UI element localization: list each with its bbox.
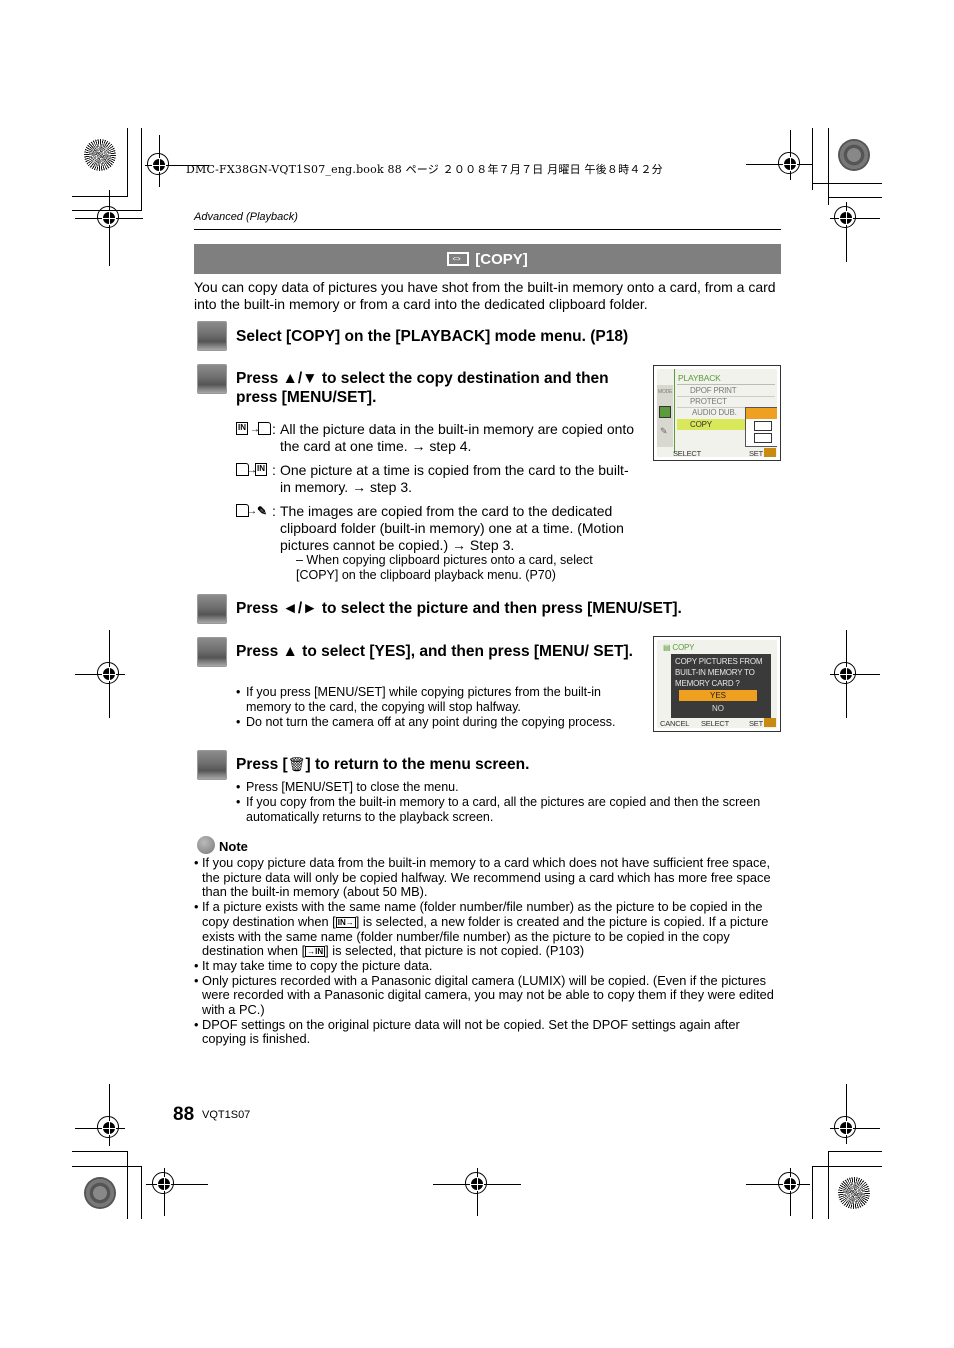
copy-confirm-screenshot: ▤ COPY COPY PICTURES FROM BUILT-IN MEMOR… bbox=[653, 636, 781, 732]
footer-set: SET bbox=[749, 719, 763, 728]
intro-paragraph: You can copy data of pictures you have s… bbox=[194, 279, 776, 312]
internal-to-card-icon: IN→ bbox=[335, 916, 356, 928]
step-1-text: Select [COPY] on the [PLAYBACK] mode men… bbox=[236, 328, 629, 345]
note-item: Only pictures recorded with a Panasonic … bbox=[194, 973, 784, 1018]
clipboard-sub-note: – When copying clipboard pictures onto a… bbox=[296, 553, 593, 582]
step-5-marker bbox=[197, 750, 227, 780]
option-card-to-clipboard: → ✎ : The images are copied from the card… bbox=[236, 503, 635, 554]
footer-select: SELECT bbox=[673, 449, 701, 457]
playback-tab-icon bbox=[659, 406, 671, 418]
mode-tab: MODE bbox=[658, 389, 673, 395]
note-item: DPOF settings on the original picture da… bbox=[194, 1017, 784, 1047]
internal-to-card-icon: IN→ bbox=[236, 421, 272, 437]
dialog-message-line: BUILT-IN MEMORY TO bbox=[675, 668, 755, 677]
step-5-bullets: Press [MENU/SET] to close the menu. If y… bbox=[236, 780, 781, 825]
step-4-text: Press ▲ to select [YES], and then press … bbox=[236, 643, 633, 660]
footer-cancel: CANCEL bbox=[660, 719, 690, 728]
menu-item-audio-dub: AUDIO DUB. bbox=[692, 408, 737, 417]
section-label: Advanced (Playback) bbox=[194, 211, 298, 223]
option-internal-to-card: IN → : All the picture data in the built-… bbox=[236, 421, 635, 454]
copy-icon bbox=[447, 250, 470, 266]
step-2-text: Press ▲/▼ to select the copy destination… bbox=[236, 370, 609, 406]
note-item: If you copy picture data from the built-… bbox=[194, 855, 784, 900]
step-4-marker bbox=[197, 637, 227, 667]
document-code: VQT1S07 bbox=[202, 1109, 251, 1121]
card-to-internal-icon: →IN bbox=[236, 462, 272, 478]
option-description: All the picture data in the built-in mem… bbox=[280, 421, 635, 454]
step-3-text: Press ◄/► to select the picture and then… bbox=[236, 600, 682, 617]
step-4-bullets: If you press [MENU/SET] while copying pi… bbox=[236, 685, 646, 730]
no-option: NO bbox=[712, 704, 724, 713]
wrench-tab-icon: ✎ bbox=[660, 426, 668, 436]
submenu-card-to-clipboard bbox=[754, 433, 772, 443]
menu-item-copy: COPY bbox=[690, 420, 712, 429]
card-to-clipboard-icon: → ✎ bbox=[236, 503, 272, 519]
submenu-internal-to-card bbox=[746, 408, 777, 419]
dialog-header: ▤ COPY bbox=[663, 643, 695, 652]
footer-select: SELECT bbox=[701, 719, 729, 728]
menu-header: PLAYBACK bbox=[678, 373, 721, 383]
card-to-internal-icon: →IN bbox=[305, 946, 326, 958]
section-title-bar: [COPY] bbox=[194, 244, 781, 274]
bullet-item: If you copy from the built-in memory to … bbox=[236, 795, 781, 825]
option-description: One picture at a time is copied from the… bbox=[280, 462, 629, 495]
section-title: [COPY] bbox=[475, 250, 528, 268]
section-divider bbox=[194, 229, 781, 230]
note-item: It may take time to copy the picture dat… bbox=[194, 958, 784, 974]
trash-icon: 🗑 bbox=[287, 756, 306, 772]
dialog-message-line: MEMORY CARD ? bbox=[675, 679, 740, 688]
footer-set: SET bbox=[749, 449, 763, 457]
pattern-mark bbox=[838, 139, 870, 171]
submenu-card-to-internal bbox=[754, 421, 772, 431]
page-number: 88 bbox=[173, 1104, 195, 1125]
yes-option: YES bbox=[679, 690, 757, 701]
menu-item-dpof-print: DPOF PRINT bbox=[690, 386, 737, 395]
pencil-note-icon bbox=[197, 836, 215, 854]
print-header: DMC-FX38GN-VQT1S07_eng.book 88 ページ ２００８年… bbox=[186, 163, 663, 176]
option-card-to-internal: → IN : One picture at a time is copied fr… bbox=[236, 462, 635, 496]
step-1-marker bbox=[197, 321, 227, 351]
starburst-mark bbox=[84, 139, 116, 171]
bullet-item: Press [MENU/SET] to close the menu. bbox=[236, 780, 781, 795]
dialog-message-line: COPY PICTURES FROM bbox=[675, 657, 763, 666]
step-3-marker bbox=[197, 594, 227, 624]
step-5-text: Press [🗑] to return to the menu screen. bbox=[236, 756, 530, 773]
option-description: The images are copied from the card to t… bbox=[280, 503, 624, 553]
playback-menu-screenshot: MODE ✎ PLAYBACK DPOF PRINT PROTECT AUDIO… bbox=[653, 365, 781, 461]
menu-item-protect: PROTECT bbox=[690, 397, 727, 406]
note-item: If a picture exists with the same name (… bbox=[194, 899, 784, 959]
note-label: Note bbox=[219, 839, 248, 854]
bullet-item: Do not turn the camera off at any point … bbox=[236, 715, 646, 730]
pattern-mark bbox=[84, 1177, 116, 1209]
starburst-mark bbox=[838, 1177, 870, 1209]
note-list: If you copy picture data from the built-… bbox=[194, 855, 784, 1047]
bullet-item: If you press [MENU/SET] while copying pi… bbox=[236, 685, 646, 715]
step-2-marker bbox=[197, 364, 227, 394]
